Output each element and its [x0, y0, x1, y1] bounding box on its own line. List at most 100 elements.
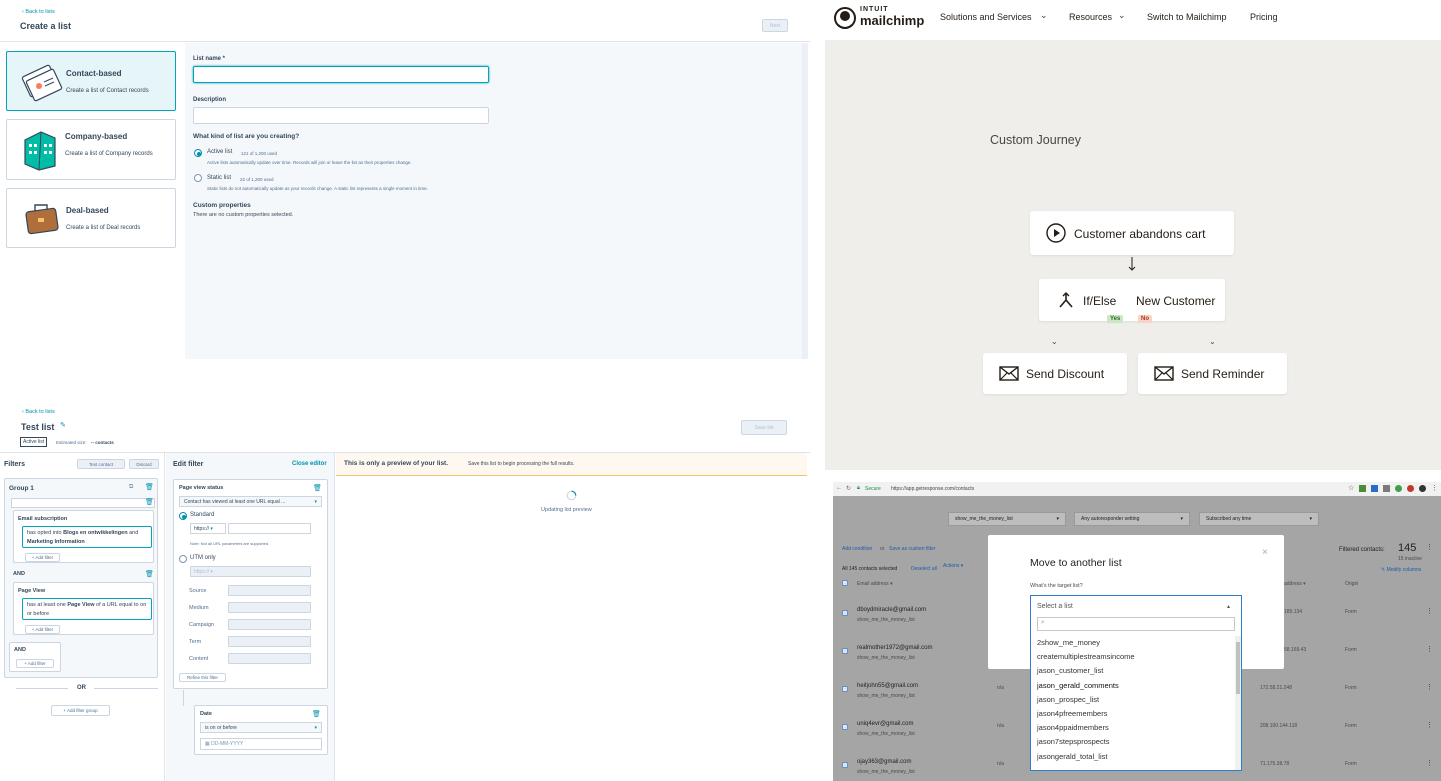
- utm-content-input[interactable]: [228, 653, 311, 664]
- scrollbar-thumb[interactable]: [1236, 642, 1240, 694]
- add-condition-link[interactable]: Add condition: [842, 546, 872, 552]
- company-based-card[interactable]: Company-based Create a list of Company r…: [6, 119, 176, 180]
- send-reminder-node[interactable]: Send Reminder: [1138, 353, 1287, 394]
- static-list-radio[interactable]: [194, 174, 202, 182]
- nav-switch[interactable]: Switch to Mailchimp: [1147, 12, 1227, 22]
- contact-email[interactable]: realmother1972@gmail.com: [857, 645, 932, 651]
- list-option[interactable]: jason7stepsprospects: [1031, 735, 1227, 749]
- utm-medium-input[interactable]: [228, 602, 311, 613]
- subscribed-filter-select[interactable]: Subscribed any time ▾: [1199, 512, 1319, 526]
- row-checkbox[interactable]: [842, 648, 848, 654]
- list-filter-select[interactable]: show_me_the_money_list ▾: [948, 512, 1066, 526]
- trash-icon[interactable]: 🗑︎: [145, 570, 154, 578]
- page-view-filter[interactable]: has at least one Page View of a URL equa…: [22, 598, 152, 620]
- contact-email[interactable]: dboydmiracle@gmail.com: [857, 607, 926, 613]
- reload-icon[interactable]: ↻: [846, 485, 851, 492]
- contact-email[interactable]: uniq4evr@gmail.com: [857, 721, 913, 727]
- contact-email[interactable]: heitjohn55@gmail.com: [857, 683, 918, 689]
- extension-icon[interactable]: [1407, 485, 1414, 492]
- form-scrollbar[interactable]: [802, 43, 808, 359]
- nav-pricing[interactable]: Pricing: [1250, 12, 1278, 22]
- contact-email[interactable]: ojay363@gmail.com: [857, 759, 911, 765]
- contact-based-card[interactable]: Contact-based Create a list of Contact r…: [6, 51, 176, 111]
- dropdown-scrollbar[interactable]: [1235, 636, 1241, 770]
- discard-button[interactable]: Discard: [129, 459, 159, 469]
- row-menu-icon[interactable]: ⋮: [1426, 645, 1433, 653]
- utm-campaign-input[interactable]: [228, 619, 311, 630]
- next-button[interactable]: Next: [762, 19, 788, 32]
- menu-icon[interactable]: ⋮: [1431, 484, 1438, 492]
- description-input[interactable]: [193, 107, 489, 124]
- row-checkbox[interactable]: [842, 724, 848, 730]
- col-email-header[interactable]: Email address ▾: [857, 581, 893, 587]
- list-option[interactable]: jason_gerald_comments: [1031, 679, 1227, 693]
- list-option[interactable]: 2show_me_money: [1031, 636, 1227, 650]
- target-list-dropdown[interactable]: Select a list ▴ ⌕ 2show_me_money createm…: [1030, 595, 1242, 771]
- protocol-select[interactable]: https:// ▾: [190, 523, 226, 534]
- row-checkbox[interactable]: [842, 610, 848, 616]
- row-menu-icon[interactable]: ⋮: [1426, 607, 1433, 615]
- extension-icon[interactable]: [1371, 485, 1378, 492]
- close-editor-link[interactable]: Close editor: [292, 461, 327, 467]
- add-filter-group-button[interactable]: + Add filter group: [51, 705, 110, 716]
- copy-icon[interactable]: ⧉: [129, 484, 133, 491]
- nav-solutions[interactable]: Solutions and Services: [940, 12, 1032, 22]
- more-icon[interactable]: ⋮: [1426, 543, 1433, 551]
- trash-icon[interactable]: 🗑︎: [145, 498, 154, 506]
- list-option[interactable]: jason4pfreemembers: [1031, 707, 1227, 721]
- utm-source-input[interactable]: [228, 585, 311, 596]
- trash-icon[interactable]: 🗑︎: [312, 710, 321, 718]
- email-subscription-filter[interactable]: has opted into Blogs en ontwikkelingen a…: [22, 526, 152, 548]
- active-list-radio[interactable]: [194, 149, 202, 157]
- select-all-checkbox[interactable]: [842, 580, 848, 586]
- add-filter-button[interactable]: + Add filter: [16, 659, 54, 668]
- refine-filter-button[interactable]: Refine this filter: [179, 673, 226, 682]
- row-menu-icon[interactable]: ⋮: [1426, 759, 1433, 767]
- deal-based-card[interactable]: Deal-based Create a list of Deal records: [6, 188, 176, 248]
- send-discount-node[interactable]: Send Discount: [983, 353, 1127, 394]
- page-view-status-select[interactable]: Contact has viewed at least one URL equa…: [179, 496, 322, 507]
- list-option[interactable]: createmultiplestreamsincome: [1031, 650, 1227, 664]
- date-operator-select[interactable]: is on or before ▾: [200, 722, 322, 733]
- row-checkbox[interactable]: [842, 686, 848, 692]
- add-filter-button[interactable]: + Add filter: [25, 553, 60, 562]
- list-name-input[interactable]: [193, 66, 489, 83]
- autoresponder-filter-select[interactable]: Any autoresponder setting ▾: [1074, 512, 1190, 526]
- utm-protocol-select[interactable]: https:// ▾: [190, 566, 311, 577]
- list-option[interactable]: jason_customer_list: [1031, 664, 1227, 678]
- save-list-button[interactable]: Save list: [741, 420, 787, 435]
- utm-radio[interactable]: [179, 555, 187, 563]
- nav-resources[interactable]: Resources: [1069, 12, 1112, 22]
- list-option[interactable]: jasongerald_total_list: [1031, 750, 1227, 764]
- actions-menu[interactable]: Actions ▾: [943, 563, 963, 569]
- trash-icon[interactable]: 🗑︎: [313, 484, 322, 492]
- deselect-all-link[interactable]: Deselect all: [911, 566, 937, 572]
- brand-mailchimp[interactable]: mailchimp: [860, 13, 924, 28]
- dropdown-search-input[interactable]: ⌕: [1037, 617, 1235, 631]
- extension-icon[interactable]: [1419, 485, 1426, 492]
- row-menu-icon[interactable]: ⋮: [1426, 721, 1433, 729]
- extension-icon[interactable]: [1359, 485, 1366, 492]
- extension-icon[interactable]: [1383, 485, 1390, 492]
- trigger-node[interactable]: Customer abandons cart: [1030, 211, 1234, 255]
- utm-term-input[interactable]: [228, 636, 311, 647]
- modify-columns-link[interactable]: ✎ Modify columns: [1381, 567, 1421, 573]
- list-option[interactable]: jason4ppaidmembers: [1031, 721, 1227, 735]
- back-arrow-icon[interactable]: ←: [836, 485, 842, 491]
- close-icon[interactable]: ×: [1262, 547, 1268, 558]
- back-to-lists-link[interactable]: ‹ Back to lists: [22, 9, 55, 15]
- row-menu-icon[interactable]: ⋮: [1426, 683, 1433, 691]
- test-contact-button[interactable]: Test contact: [77, 459, 125, 469]
- back-to-lists-link[interactable]: ‹ Back to lists: [22, 409, 55, 415]
- standard-radio[interactable]: [179, 512, 187, 520]
- url-bar[interactable]: https://app.getresponse.com/contacts: [891, 486, 974, 492]
- col-address-header[interactable]: address ▾: [1284, 581, 1306, 587]
- url-input[interactable]: [228, 523, 311, 534]
- pencil-icon[interactable]: ✎: [60, 421, 66, 429]
- trash-icon[interactable]: 🗑︎: [145, 483, 154, 491]
- add-filter-button[interactable]: + Add filter: [25, 625, 60, 634]
- list-option[interactable]: jason_prospec_list: [1031, 693, 1227, 707]
- date-input[interactable]: ▦ DD-MM-YYYY: [200, 738, 322, 750]
- row-checkbox[interactable]: [842, 762, 848, 768]
- if-else-node[interactable]: If/Else New Customer: [1039, 279, 1225, 321]
